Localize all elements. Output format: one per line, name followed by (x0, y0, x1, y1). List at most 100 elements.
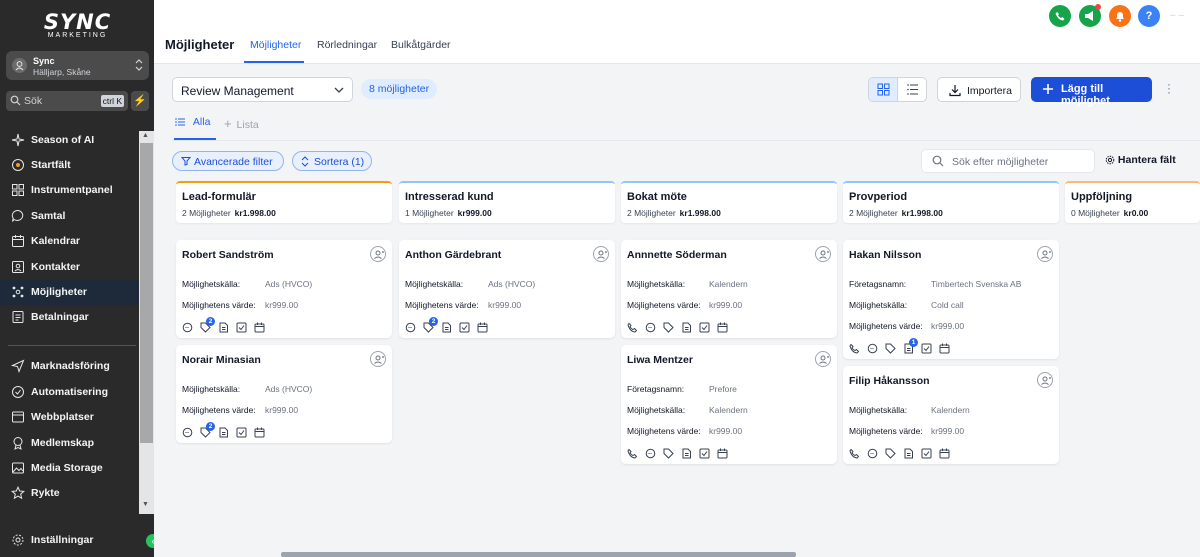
message-icon[interactable] (182, 427, 193, 438)
scroll-up-icon[interactable]: ▲ (142, 132, 149, 139)
appointment-icon[interactable] (717, 448, 728, 459)
tab-bulkatgarder[interactable]: Bulkåtgärder (391, 39, 451, 51)
phone-icon[interactable] (849, 343, 860, 354)
appointment-icon[interactable] (939, 343, 950, 354)
sort-label: Sortera (1) (314, 156, 365, 168)
opportunity-card[interactable]: Hakan Nilsson Företagsnamn: Timbertech S… (843, 240, 1059, 359)
location-switcher[interactable]: Sync Hälljarp, Skåne (6, 51, 149, 80)
opportunity-card[interactable]: Filip Håkansson Möjlighetskälla: Kalende… (843, 366, 1059, 464)
phone-icon[interactable] (1049, 5, 1071, 27)
sidebar-item-marknadsforing[interactable]: Marknadsföring (0, 354, 139, 379)
tab-mojligheter[interactable]: Möjligheter (250, 39, 301, 51)
assign-user-icon[interactable] (1037, 246, 1053, 262)
sidebar-item-installningar[interactable]: Inställningar (0, 528, 154, 552)
view-tab-alla[interactable]: Alla (175, 116, 210, 128)
message-icon[interactable] (182, 322, 193, 333)
assign-user-icon[interactable] (593, 246, 609, 262)
task-icon[interactable] (236, 427, 247, 438)
bell-icon[interactable] (1109, 5, 1131, 27)
task-icon[interactable] (699, 448, 710, 459)
tag-icon[interactable] (885, 448, 896, 459)
sidebar-item-rykte[interactable]: Rykte (0, 481, 139, 506)
logo-main-text: SYNC (43, 10, 112, 34)
top-header: Möjligheter Möjligheter Rörledningar Bul… (154, 0, 1200, 64)
message-icon[interactable] (867, 343, 878, 354)
note-icon[interactable] (903, 448, 914, 459)
advanced-filters-button[interactable]: Avancerade filter (172, 151, 284, 171)
opportunity-card[interactable]: Robert Sandström Möjlighetskälla: Ads (H… (176, 240, 392, 338)
phone-icon[interactable] (627, 322, 638, 333)
appointment-icon[interactable] (254, 427, 265, 438)
manage-fields-button[interactable]: Hantera fält (1105, 154, 1176, 166)
scroll-down-icon[interactable]: ▼ (142, 501, 149, 508)
message-icon[interactable] (867, 448, 878, 459)
brand-logo[interactable]: SYNC MARKETING (30, 12, 125, 40)
send-icon (11, 359, 25, 373)
sidebar-item-betalningar[interactable]: Betalningar (0, 305, 139, 330)
opportunity-card[interactable]: Anthon Gärdebrant Möjlighetskälla: Ads (… (399, 240, 615, 338)
message-icon[interactable] (645, 322, 656, 333)
pipeline-value: Review Management (181, 84, 294, 98)
tag-icon[interactable] (885, 343, 896, 354)
opportunity-card[interactable]: Norair Minasian Möjlighetskälla: Ads (HV… (176, 345, 392, 443)
task-icon[interactable] (236, 322, 247, 333)
sidebar-item-samtal[interactable]: Samtal (0, 204, 139, 229)
note-icon[interactable] (441, 322, 452, 333)
task-icon[interactable] (921, 448, 932, 459)
pipeline-select[interactable]: Review Management (172, 77, 353, 102)
import-button[interactable]: Importera (937, 77, 1021, 102)
column-value: kr1.998.00 (234, 208, 276, 218)
tag-icon[interactable] (663, 322, 674, 333)
phone-icon[interactable] (627, 448, 638, 459)
sidebar-item-mojligheter[interactable]: Möjligheter (0, 280, 139, 305)
tab-rorledningar[interactable]: Rörledningar (317, 39, 377, 51)
note-icon[interactable] (681, 322, 692, 333)
opportunity-card[interactable]: Annnette Söderman Möjlighetskälla: Kalen… (621, 240, 837, 338)
tag-icon[interactable] (663, 448, 674, 459)
appointment-icon[interactable] (939, 448, 950, 459)
sidebar-item-kalendrar[interactable]: Kalendrar (0, 229, 139, 254)
note-icon[interactable] (218, 427, 229, 438)
phone-icon[interactable] (849, 448, 860, 459)
message-icon[interactable] (645, 448, 656, 459)
sidebar-item-automatisering[interactable]: Automatisering (0, 380, 139, 405)
note-icon[interactable] (218, 322, 229, 333)
list-view-icon[interactable] (899, 78, 927, 101)
sidebar-item-medlemskap[interactable]: Medlemskap (0, 431, 139, 456)
chevron-updown-icon (135, 58, 143, 72)
sidebar-item-webbplatser[interactable]: Webbplatser (0, 405, 139, 430)
assign-user-icon[interactable] (815, 351, 831, 367)
add-opportunity-button[interactable]: Lägg till möjlighet (1031, 77, 1152, 107)
sidebar-search-input[interactable]: Sök ctrl K (6, 91, 128, 111)
user-menu-icon[interactable]: – – (1170, 10, 1188, 22)
card-contact-name: Annnette Söderman (627, 249, 727, 261)
assign-user-icon[interactable] (370, 246, 386, 262)
sidebar-item-kontakter[interactable]: Kontakter (0, 255, 139, 280)
opportunity-search-input[interactable]: Sök efter möjligheter (921, 149, 1095, 173)
more-options-icon[interactable]: · · · (1167, 78, 1171, 98)
assign-user-icon[interactable] (1037, 372, 1053, 388)
view-tab-lista[interactable]: + Lista (224, 116, 259, 131)
task-icon[interactable] (459, 322, 470, 333)
sidebar-scrollbar-thumb[interactable] (140, 143, 153, 443)
note-icon[interactable] (681, 448, 692, 459)
sidebar-item-startfalt[interactable]: Startfält (0, 153, 139, 178)
grid-view-icon[interactable] (869, 78, 898, 101)
field-label: Företagsnamn: (849, 279, 907, 289)
sort-button[interactable]: Sortera (1) (292, 151, 372, 171)
assign-user-icon[interactable] (815, 246, 831, 262)
appointment-icon[interactable] (717, 322, 728, 333)
task-icon[interactable] (921, 343, 932, 354)
message-icon[interactable] (405, 322, 416, 333)
board-horizontal-scrollbar[interactable] (281, 552, 796, 557)
opportunity-card[interactable]: Liwa Mentzer Företagsnamn: Prefore Möjli… (621, 345, 837, 464)
assign-user-icon[interactable] (370, 351, 386, 367)
appointment-icon[interactable] (477, 322, 488, 333)
quick-action-bolt-icon[interactable]: ⚡ (131, 91, 149, 111)
help-icon[interactable]: ? (1138, 5, 1160, 27)
task-icon[interactable] (699, 322, 710, 333)
sidebar-item-season-of-ai[interactable]: Season of AI (0, 128, 139, 153)
appointment-icon[interactable] (254, 322, 265, 333)
sidebar-item-media-storage[interactable]: Media Storage (0, 456, 139, 481)
sidebar-item-instrumentpanel[interactable]: Instrumentpanel (0, 178, 139, 203)
